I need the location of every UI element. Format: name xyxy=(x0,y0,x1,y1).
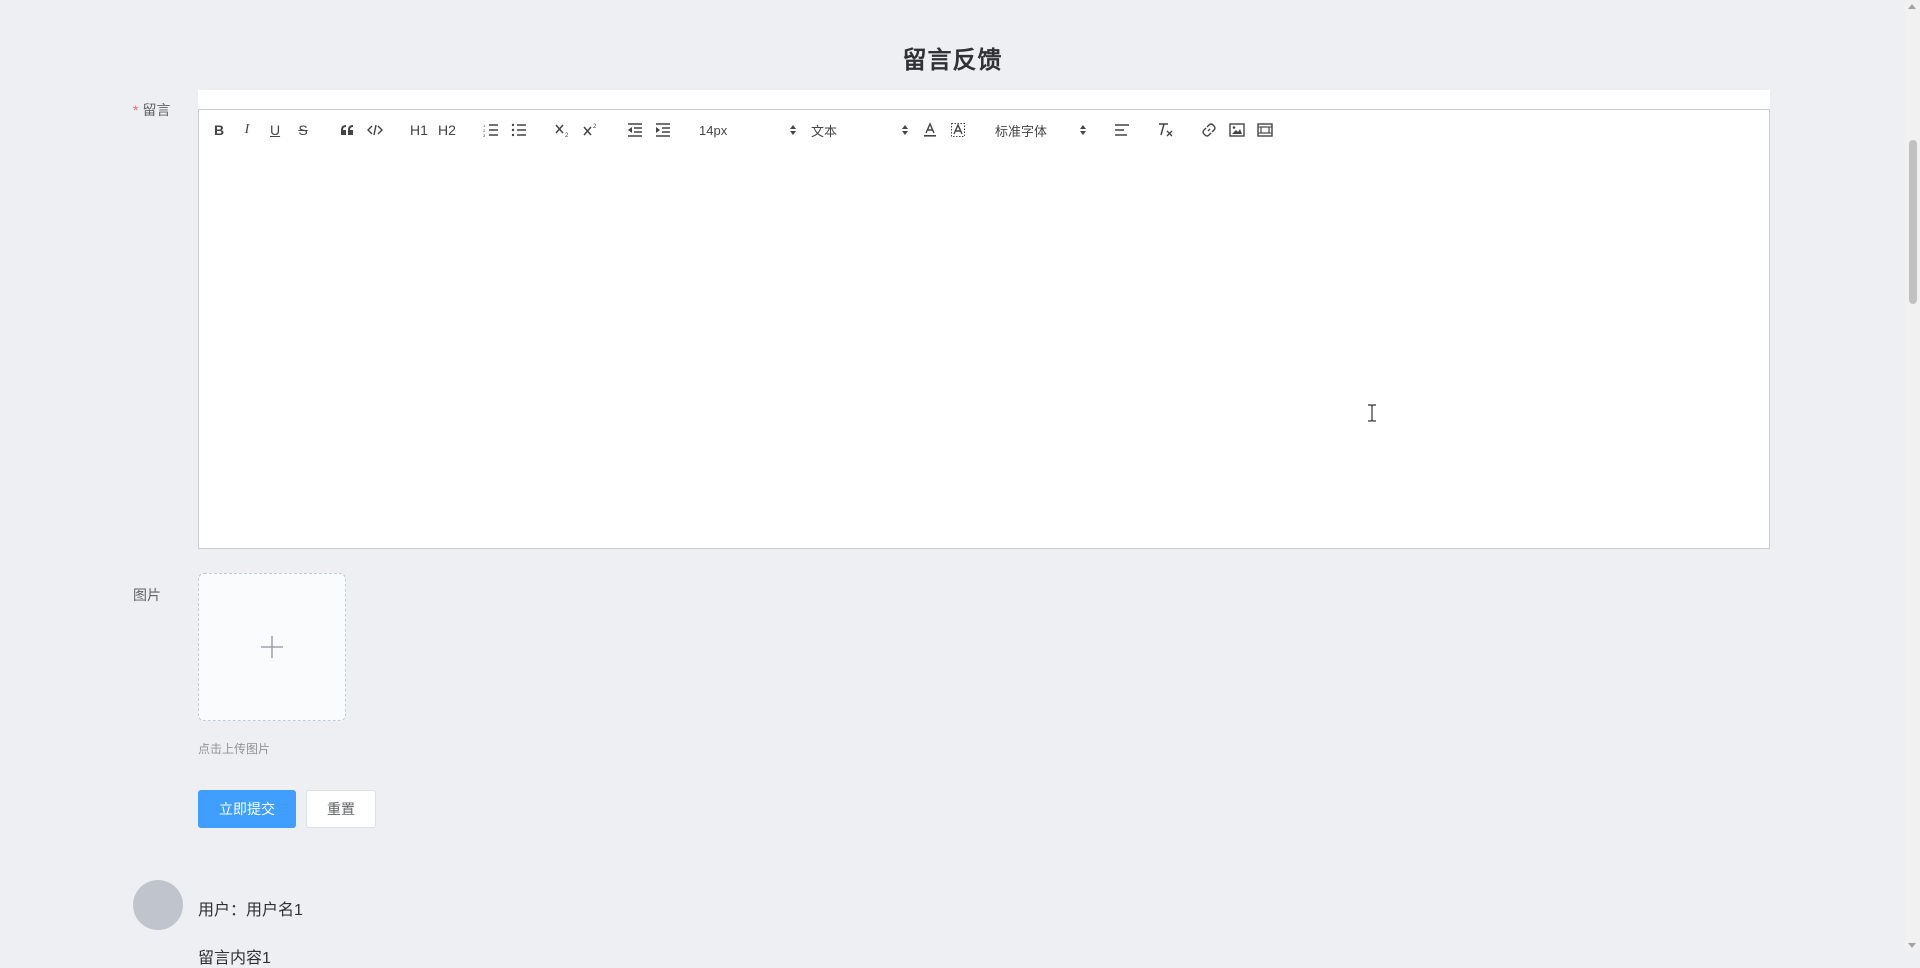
comment-user: 用户：用户名1 xyxy=(198,902,303,919)
comment-content: 留言内容1 xyxy=(198,950,271,967)
select-arrows-icon xyxy=(1080,125,1086,135)
strike-icon[interactable]: S xyxy=(290,110,316,150)
submit-button[interactable]: 立即提交 xyxy=(198,790,296,828)
message-label: * 留言 xyxy=(133,100,170,120)
page-title: 留言反馈 xyxy=(902,47,1003,74)
quote-icon[interactable] xyxy=(334,110,360,150)
italic-glyph: I xyxy=(244,122,250,137)
page-scrollbar[interactable] xyxy=(1905,0,1920,952)
header-select[interactable]: 文本 xyxy=(811,110,909,150)
image-upload[interactable] xyxy=(198,573,346,721)
h1-glyph: H1 xyxy=(410,122,428,138)
underline-icon[interactable]: U xyxy=(262,110,288,150)
bullet-list-icon[interactable] xyxy=(506,110,532,150)
align-icon[interactable] xyxy=(1109,110,1135,150)
font-select-value: 标准字体 xyxy=(995,123,1048,139)
message-label-text: 留言 xyxy=(142,102,171,118)
superscript-icon[interactable]: 2 xyxy=(578,110,604,150)
italic-icon[interactable]: I xyxy=(234,110,260,150)
editor-top-strip xyxy=(198,90,1770,109)
message-editor[interactable] xyxy=(198,150,1770,549)
editor-toolbar: B I U S H1 H2 123 2 2 14px 文本 标准字体 xyxy=(198,109,1770,151)
h2-glyph: H2 xyxy=(438,122,456,138)
scroll-up-arrow-icon[interactable] xyxy=(1908,4,1916,9)
select-arrows-icon xyxy=(902,125,908,135)
strike-glyph: S xyxy=(298,122,308,138)
indent-icon[interactable] xyxy=(650,110,676,150)
scroll-down-arrow-icon[interactable] xyxy=(1908,943,1916,948)
h2-icon[interactable]: H2 xyxy=(434,110,460,150)
background-color-icon[interactable] xyxy=(945,110,971,150)
select-arrows-icon xyxy=(790,125,796,135)
outdent-icon[interactable] xyxy=(622,110,648,150)
text-cursor-icon xyxy=(1368,404,1376,422)
upload-hint: 点击上传图片 xyxy=(198,742,271,756)
svg-text:2: 2 xyxy=(593,124,597,130)
link-icon[interactable] xyxy=(1196,110,1222,150)
bold-icon[interactable]: B xyxy=(206,110,232,150)
scroll-thumb[interactable] xyxy=(1909,140,1917,304)
underline-glyph: U xyxy=(269,122,281,138)
ordered-list-icon[interactable]: 123 xyxy=(478,110,504,150)
clear-format-icon[interactable] xyxy=(1153,110,1179,150)
bold-glyph: B xyxy=(213,122,225,138)
subscript-icon[interactable]: 2 xyxy=(550,110,576,150)
required-mark: * xyxy=(133,102,139,118)
image-icon[interactable] xyxy=(1224,110,1250,150)
avatar xyxy=(133,880,183,930)
size-select[interactable]: 14px xyxy=(699,110,797,150)
plus-icon xyxy=(261,636,283,658)
h1-icon[interactable]: H1 xyxy=(406,110,432,150)
svg-text:2: 2 xyxy=(565,133,569,137)
font-select[interactable]: 标准字体 xyxy=(995,110,1087,150)
reset-button[interactable]: 重置 xyxy=(306,790,376,828)
header-select-value: 文本 xyxy=(811,123,838,139)
size-select-value: 14px xyxy=(699,122,728,138)
image-label: 图片 xyxy=(133,587,161,603)
video-icon[interactable] xyxy=(1252,110,1278,150)
code-icon[interactable] xyxy=(362,110,388,150)
svg-text:3: 3 xyxy=(483,133,486,137)
font-color-icon[interactable] xyxy=(917,110,943,150)
